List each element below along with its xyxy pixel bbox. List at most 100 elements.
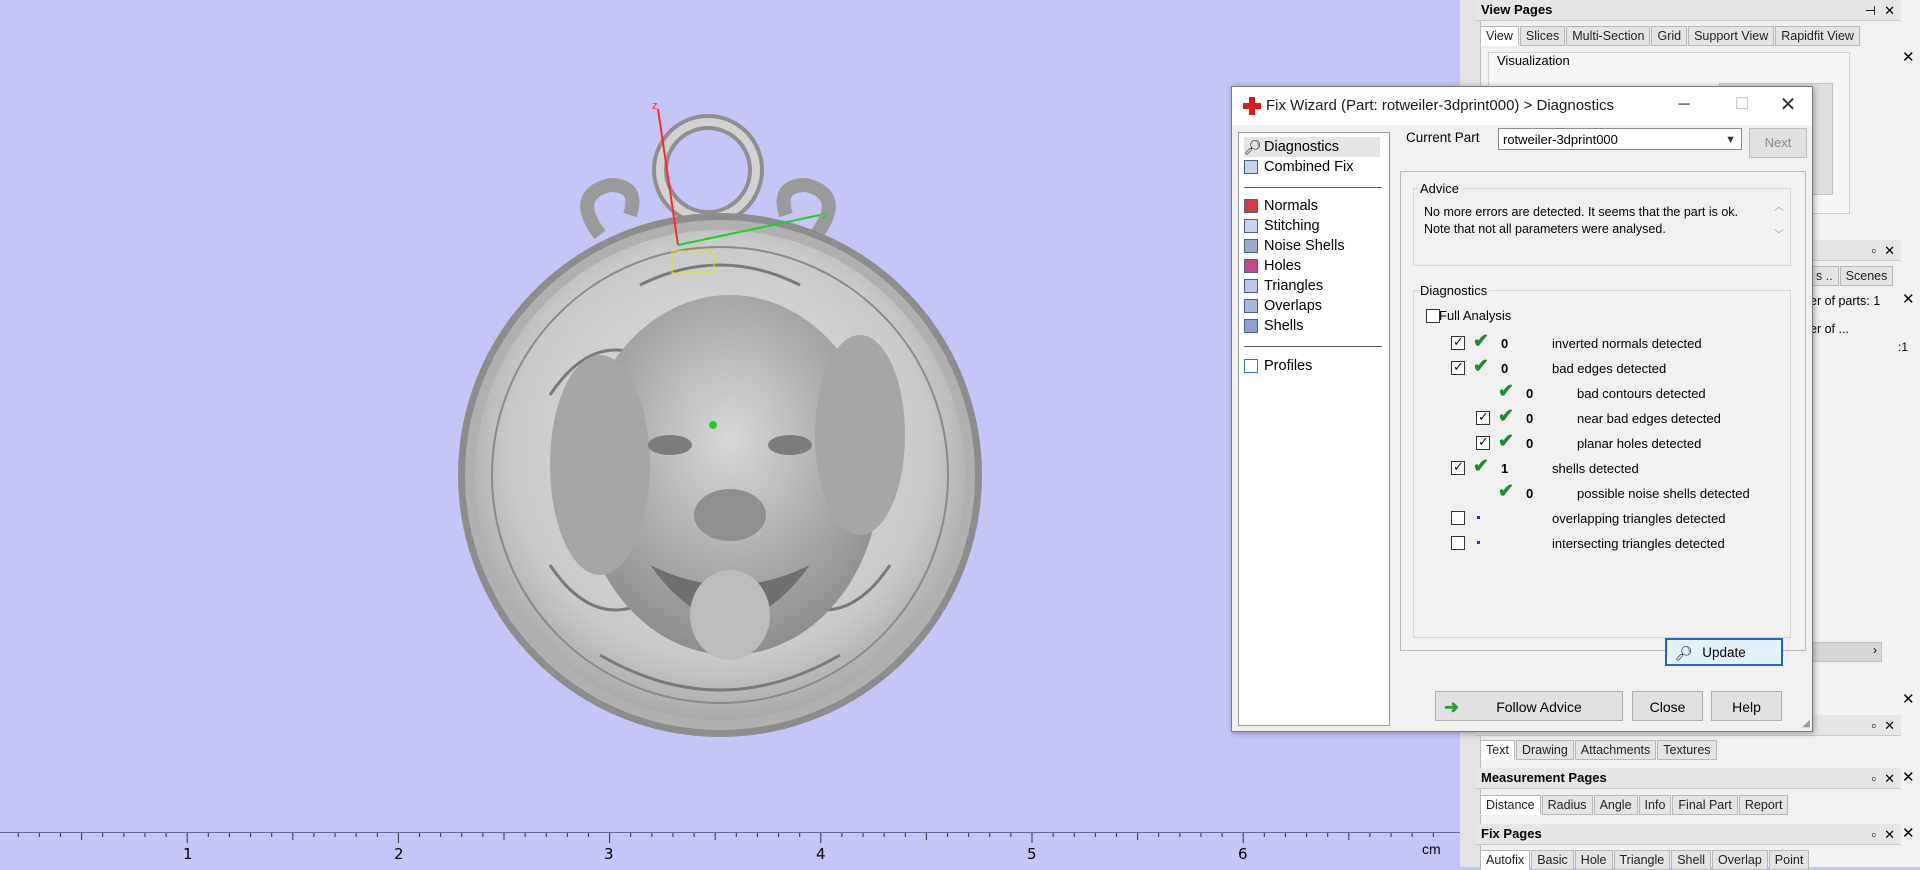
full-analysis-checkbox[interactable] — [1426, 309, 1440, 323]
tab-shell[interactable]: Shell — [1671, 850, 1712, 870]
follow-advice-button[interactable]: ➜ Follow Advice — [1435, 691, 1623, 721]
close-icon[interactable]: ✕ — [1902, 290, 1915, 308]
wizard-nav: 🔎︎ Diagnostics Combined Fix Normals Stit… — [1238, 132, 1390, 726]
chevron-down-icon: ▼ — [1725, 134, 1736, 146]
tab-triangle[interactable]: Triangle — [1613, 850, 1671, 870]
tab-multi-section[interactable]: Multi-Section — [1566, 26, 1651, 46]
green-check-icon: ✔ — [1498, 431, 1514, 452]
diagnostic-checkbox[interactable] — [1451, 334, 1465, 350]
diagnostic-label: shells detected — [1552, 461, 1639, 476]
diagnostic-checkbox[interactable] — [1451, 511, 1465, 525]
nav-item-diagnostics[interactable]: 🔎︎ Diagnostics — [1244, 137, 1380, 157]
nav-item-noise-shells[interactable]: Noise Shells — [1244, 236, 1345, 256]
full-analysis-label: Full Analysis — [1439, 308, 1512, 323]
tab-slices[interactable]: Slices — [1519, 26, 1566, 46]
help-button[interactable]: Help — [1711, 691, 1782, 721]
next-button[interactable]: Next — [1749, 128, 1807, 158]
diagnostic-checkbox[interactable] — [1476, 409, 1490, 425]
nav-item-overlaps[interactable]: Overlaps — [1244, 296, 1322, 316]
magnifier-icon: 🔎︎ — [1244, 138, 1262, 155]
dialog-title: Fix Wizard (Part: rotweiler-3dprint000) … — [1266, 97, 1615, 114]
nav-item-label: Diagnostics — [1264, 139, 1339, 155]
maximize-button[interactable]: ☐ — [1722, 93, 1762, 117]
dialog-titlebar[interactable]: Fix Wizard (Part: rotweiler-3dprint000) … — [1232, 87, 1812, 125]
horizontal-scrollbar[interactable]: › — [1810, 642, 1882, 662]
diagnostic-count: 0 — [1526, 411, 1534, 426]
update-button[interactable]: 🔎︎ Update — [1665, 638, 1783, 666]
nav-item-shells[interactable]: Shells — [1244, 316, 1304, 336]
close-icon[interactable]: ✕ — [1884, 3, 1895, 18]
measurement-pages-title: Measurement Pages — [1481, 770, 1607, 785]
tab-view[interactable]: View — [1480, 26, 1519, 46]
resize-grip[interactable]: ◢ — [1802, 718, 1810, 729]
arrow-right-icon: ➜ — [1444, 697, 1460, 717]
close-icon[interactable]: ✕ — [1884, 718, 1895, 733]
diagnostic-checkbox[interactable] — [1451, 459, 1465, 475]
update-label: Update — [1702, 645, 1746, 660]
diagnostic-checkbox[interactable] — [1451, 536, 1465, 550]
diagnostic-checkbox[interactable] — [1476, 434, 1490, 450]
close-icon[interactable]: ✕ — [1902, 824, 1915, 842]
pin-icon[interactable]: ⊣ — [1865, 3, 1876, 18]
diagnostics-label: Diagnostics — [1418, 283, 1490, 298]
pin-icon[interactable]: ▫ — [1871, 718, 1876, 733]
tab-support-view[interactable]: Support View — [1688, 26, 1775, 46]
close-button[interactable]: ✕ — [1768, 93, 1808, 117]
pin-icon[interactable]: ▫ — [1871, 243, 1876, 258]
chevron-right-icon[interactable]: › — [1873, 643, 1877, 657]
ruler-unit: cm — [1422, 841, 1441, 857]
pin-icon[interactable]: ▫ — [1871, 771, 1876, 786]
tab-radius[interactable]: Radius — [1541, 795, 1593, 815]
tab-overlap[interactable]: Overlap — [1712, 850, 1768, 870]
pendant-model[interactable]: z x — [440, 95, 1000, 755]
z-axis-label: z — [652, 100, 658, 112]
close-icon[interactable]: ✕ — [1902, 48, 1915, 66]
nav-item-normals[interactable]: Normals — [1244, 196, 1318, 216]
close-icon[interactable]: ✕ — [1902, 690, 1915, 708]
nav-item-holes[interactable]: Holes — [1244, 256, 1301, 276]
tab-rapidfit-view[interactable]: Rapidfit View — [1775, 26, 1860, 46]
tab-hole[interactable]: Hole — [1574, 850, 1613, 870]
tab-final-part[interactable]: Final Part — [1672, 795, 1738, 815]
parts-header: ▫ ✕ — [1805, 240, 1901, 261]
tab-info[interactable]: Info — [1638, 795, 1672, 815]
tab-drawing[interactable]: Drawing — [1515, 740, 1574, 760]
advice-scrollbar[interactable]: ︿ ﹀ — [1772, 201, 1786, 259]
tab-attachments[interactable]: Attachments — [1574, 740, 1657, 760]
tab-parts-partial[interactable]: s .. — [1810, 266, 1839, 286]
diagnostic-count: 0 — [1526, 486, 1534, 501]
close-icon[interactable]: ✕ — [1884, 243, 1895, 258]
tab-autofix[interactable]: Autofix — [1480, 850, 1531, 870]
tab-angle[interactable]: Angle — [1593, 795, 1638, 815]
nav-item-combined-fix[interactable]: Combined Fix — [1244, 157, 1353, 177]
pin-icon[interactable]: ▫ — [1871, 827, 1876, 842]
current-part-value: rotweiler-3dprint000 — [1503, 132, 1618, 147]
nav-item-label: Profiles — [1264, 358, 1313, 374]
tab-scenes[interactable]: Scenes — [1839, 266, 1894, 286]
nav-item-profiles[interactable]: Profiles — [1244, 356, 1312, 376]
nav-item-stitching[interactable]: Stitching — [1244, 216, 1320, 236]
normals-icon — [1244, 199, 1258, 213]
current-part-select[interactable]: rotweiler-3dprint000 ▼ — [1498, 128, 1742, 150]
tab-distance[interactable]: Distance — [1480, 795, 1541, 815]
ruler-label-1: 1 — [183, 845, 193, 863]
current-part-label: Current Part — [1406, 130, 1480, 145]
tab-text[interactable]: Text — [1480, 740, 1515, 760]
noise-shells-icon — [1244, 239, 1258, 253]
close-dialog-button[interactable]: Close — [1632, 691, 1703, 721]
green-check-icon: ✔ — [1473, 356, 1489, 377]
diagnostic-checkbox[interactable] — [1451, 359, 1465, 375]
tab-basic[interactable]: Basic — [1531, 850, 1574, 870]
tab-report[interactable]: Report — [1738, 795, 1789, 815]
pending-dot-icon — [1477, 541, 1480, 544]
parts-column-header: er of ... — [1810, 322, 1849, 336]
close-icon[interactable]: ✕ — [1884, 771, 1895, 786]
close-icon[interactable]: ✕ — [1884, 827, 1895, 842]
close-icon[interactable]: ✕ — [1902, 768, 1915, 786]
tab-textures[interactable]: Textures — [1657, 740, 1717, 760]
tab-point[interactable]: Point — [1768, 850, 1810, 870]
tab-grid[interactable]: Grid — [1651, 26, 1688, 46]
minimize-button[interactable]: ─ — [1664, 93, 1704, 117]
nav-item-triangles[interactable]: Triangles — [1244, 276, 1323, 296]
text-pages-tabs: Text Drawing Attachments Textures — [1480, 740, 1717, 760]
